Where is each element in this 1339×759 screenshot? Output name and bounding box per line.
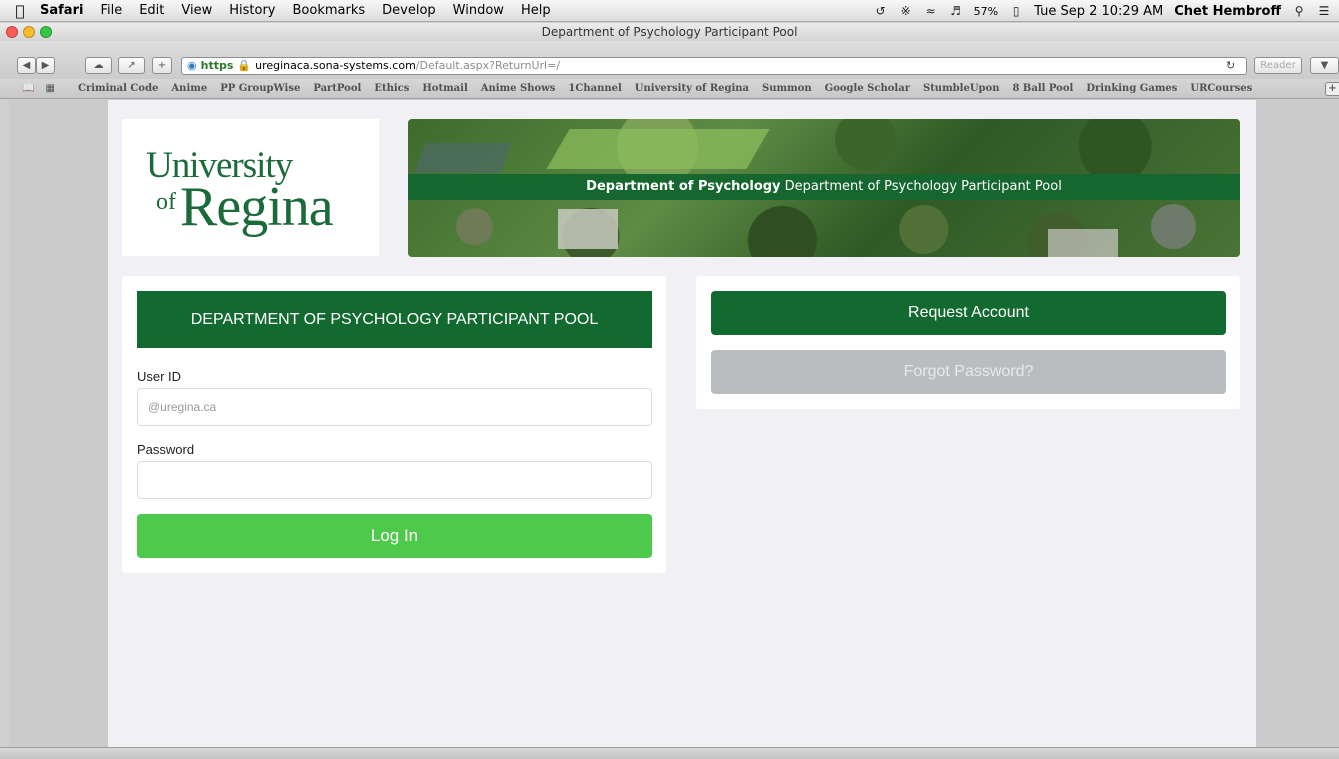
banner-photo-building (1048, 229, 1118, 257)
logo-regina-text: Regina (180, 176, 334, 238)
bookmark-item[interactable]: StumbleUpon (923, 83, 1000, 94)
campus-banner: Department of Psychology Department of P… (408, 119, 1240, 257)
login-card: DEPARTMENT OF PSYCHOLOGY PARTICIPANT POO… (122, 276, 666, 573)
window-controls (6, 26, 52, 38)
bookmarks-bar: 📖 ▦ Criminal Code Anime PP GroupWise Par… (0, 79, 1339, 99)
icloud-tabs-button[interactable]: ☁ (85, 57, 112, 74)
back-button[interactable]: ◀ (17, 57, 36, 74)
minimize-window-button[interactable] (23, 26, 35, 38)
battery-percent: 57% (973, 4, 999, 18)
reader-button[interactable]: Reader (1254, 57, 1302, 74)
menu-view[interactable]: View (181, 3, 212, 18)
site-icon: ◉ (187, 59, 197, 72)
bookmarks-book-icon[interactable]: 📖 (22, 83, 34, 94)
notification-center-icon[interactable]: ☰ (1317, 4, 1331, 18)
forward-button[interactable]: ▶ (36, 57, 55, 74)
bookmark-item[interactable]: University of Regina (635, 83, 749, 94)
menu-file[interactable]: File (100, 3, 122, 18)
url-host: ureginaca.sona-systems.com (255, 59, 416, 72)
menu-window[interactable]: Window (453, 3, 504, 18)
user-name[interactable]: Chet Hembroff (1174, 4, 1281, 19)
request-account-button[interactable]: Request Account (711, 291, 1226, 335)
bookmark-item[interactable]: Criminal Code (78, 83, 158, 94)
menu-history[interactable]: History (229, 3, 275, 18)
logo-of-text: of (156, 189, 176, 215)
account-actions-card: Request Account Forgot Password? (696, 276, 1240, 409)
menu-edit[interactable]: Edit (139, 3, 164, 18)
zoom-window-button[interactable] (40, 26, 52, 38)
forward-icon: ▶ (41, 60, 50, 71)
menu-bookmarks[interactable]: Bookmarks (293, 3, 366, 18)
top-sites-grid-icon[interactable]: ▦ (45, 83, 54, 94)
banner-title: Department of Psychology Department of P… (408, 174, 1240, 200)
new-tab-button[interactable]: + (152, 57, 172, 74)
bookmark-item[interactable]: Ethics (374, 83, 409, 94)
bookmark-item[interactable]: Drinking Games (1086, 83, 1177, 94)
browser-status-bar (0, 747, 1339, 759)
login-header: DEPARTMENT OF PSYCHOLOGY PARTICIPANT POO… (137, 291, 652, 348)
bookmark-item[interactable]: Google Scholar (825, 83, 910, 94)
log-in-button[interactable]: Log In (137, 514, 652, 558)
password-label: Password (137, 442, 195, 457)
status-menus: ↺ ※ ≈ ♬ 57% ▯ Tue Sep 2 10:29 AM Chet He… (874, 0, 1331, 22)
reload-icon[interactable]: ↻ (1226, 59, 1235, 72)
cloud-icon: ☁ (93, 60, 104, 71)
clock[interactable]: Tue Sep 2 10:29 AM (1034, 4, 1163, 19)
close-window-button[interactable] (6, 26, 18, 38)
bookmark-item[interactable]: Anime (171, 83, 207, 94)
url-path: /Default.aspx?ReturnUrl=/ (415, 59, 561, 72)
bookmark-item[interactable]: PP GroupWise (220, 83, 300, 94)
time-machine-icon[interactable]: ↺ (874, 4, 888, 18)
menubar:  Safari File Edit View History Bookmark… (0, 0, 1339, 22)
bookmark-item[interactable]: Summon (762, 83, 812, 94)
user-id-label: User ID (137, 369, 182, 384)
user-id-input[interactable] (137, 388, 652, 426)
bookmark-item[interactable]: Hotmail (422, 83, 467, 94)
plus-icon: + (157, 60, 167, 71)
window-titlebar: Department of Psychology Participant Poo… (0, 23, 1339, 41)
banner-title-bold: Department of Psychology (586, 179, 781, 194)
menu-app[interactable]: Safari (40, 3, 83, 18)
url-scheme: https (200, 59, 234, 72)
banner-photo-building (558, 209, 618, 249)
battery-icon[interactable]: ▯ (1009, 4, 1023, 18)
bluetooth-icon[interactable]: ※ (899, 4, 913, 18)
banner-photo-field (546, 129, 770, 169)
bookmarks-icons: 📖 ▦ (0, 83, 78, 94)
bookmark-item[interactable]: URCourses (1190, 83, 1252, 94)
bookmark-item[interactable]: 1Channel (568, 83, 621, 94)
lock-icon: 🔒 (237, 59, 252, 72)
volume-icon[interactable]: ♬ (949, 4, 963, 18)
download-icon: ▼ (1320, 60, 1329, 71)
menu-develop[interactable]: Develop (382, 3, 436, 18)
apple-menu-icon[interactable]:  (0, 2, 40, 20)
university-logo[interactable]: University of Regina (122, 119, 379, 256)
share-icon: ↗ (127, 60, 136, 71)
banner-photo-court (414, 143, 512, 173)
forgot-password-button[interactable]: Forgot Password? (711, 350, 1226, 394)
password-input[interactable] (137, 461, 652, 499)
share-button[interactable]: ↗ (118, 57, 145, 74)
wifi-icon[interactable]: ≈ (924, 4, 938, 18)
bookmark-item[interactable]: PartPool (313, 83, 361, 94)
window-title: Department of Psychology Participant Poo… (541, 25, 798, 39)
banner-title-rest: Department of Psychology Participant Poo… (780, 179, 1062, 194)
bookmark-item[interactable]: 8 Ball Pool (1012, 83, 1073, 94)
bookmark-item[interactable]: Anime Shows (481, 83, 556, 94)
address-bar[interactable]: ◉ https 🔒 ureginaca.sona-systems.com/Defaul… (181, 57, 1247, 75)
spotlight-icon[interactable]: ⚲ (1292, 4, 1306, 18)
add-bookmark-icon[interactable]: + (1325, 82, 1339, 96)
back-icon: ◀ (22, 60, 31, 71)
downloads-button[interactable]: ▼ (1310, 57, 1339, 74)
menu-help[interactable]: Help (521, 3, 551, 18)
